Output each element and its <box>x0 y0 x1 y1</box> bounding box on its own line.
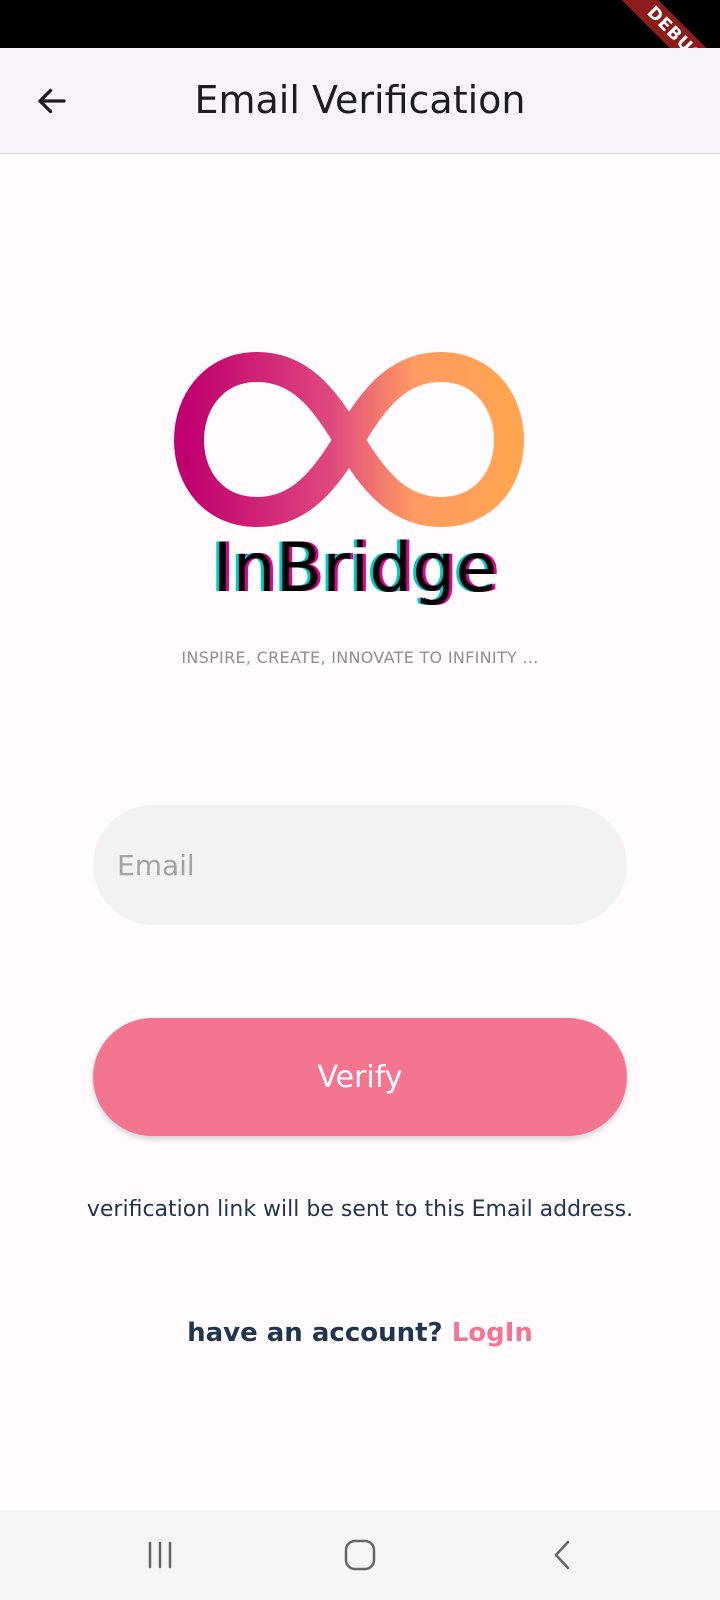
brand-wordmark: InBridge <box>212 529 498 608</box>
brand-tagline: INSPIRE, CREATE, INNOVATE TO INFINITY ..… <box>181 648 539 667</box>
recents-button[interactable] <box>130 1530 190 1580</box>
nav-back-icon <box>554 1540 570 1570</box>
login-link[interactable]: LogIn <box>452 1318 533 1348</box>
home-icon <box>344 1539 376 1571</box>
infinity-logo-icon <box>174 352 524 527</box>
app-bar: Email Verification <box>0 48 720 154</box>
nav-back-button[interactable] <box>533 1530 593 1580</box>
home-button[interactable] <box>330 1530 390 1580</box>
account-prompt-text: have an account? <box>187 1318 443 1348</box>
status-bar <box>0 0 720 48</box>
account-prompt-line: have an account? LogIn <box>0 1318 720 1348</box>
email-field[interactable] <box>93 805 627 925</box>
system-nav-bar <box>0 1510 720 1600</box>
recents-icon <box>148 1541 172 1569</box>
verification-note: verification link will be sent to this E… <box>86 1197 634 1222</box>
page-title: Email Verification <box>194 78 526 122</box>
verify-button[interactable]: Verify <box>93 1018 627 1136</box>
